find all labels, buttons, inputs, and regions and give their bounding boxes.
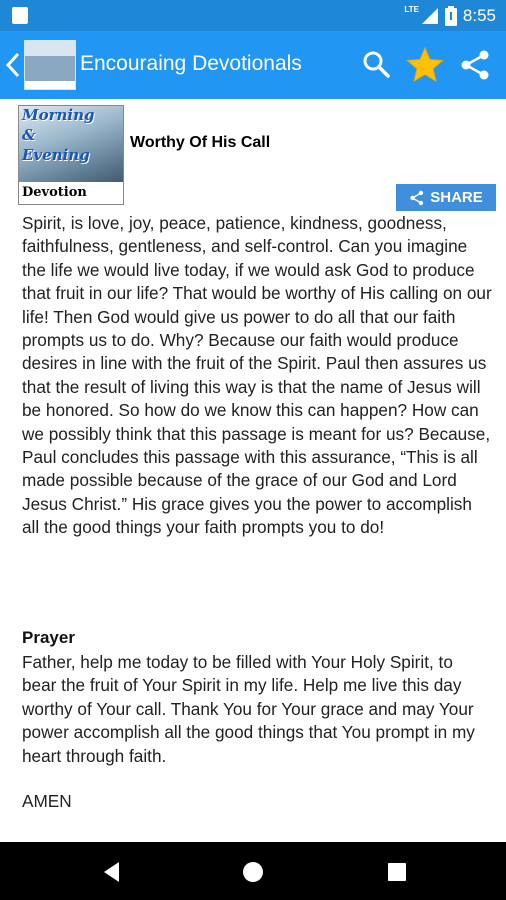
status-icons: LTE 8:55 [404, 5, 496, 26]
thumbnail-word: Morning [22, 106, 95, 124]
app-logo [24, 40, 76, 90]
star-icon[interactable] [406, 46, 444, 84]
status-bar: LTE 8:55 [0, 0, 506, 31]
nav-back-icon[interactable] [99, 859, 125, 885]
navigation-bar [0, 842, 506, 900]
app-bar: Encouraing Devotionals [0, 31, 506, 99]
battery-icon [444, 5, 457, 26]
thumbnail-word: & [22, 126, 36, 144]
prayer-heading: Prayer [22, 628, 75, 647]
back-icon[interactable] [4, 49, 22, 81]
prayer-text: Father, help me today to be filled with … [22, 652, 475, 766]
search-icon[interactable] [358, 46, 396, 84]
devotion-title: Worthy Of His Call [130, 134, 271, 151]
amen-text: AMEN [22, 791, 72, 811]
network-type: LTE [404, 5, 419, 14]
share-icon [410, 190, 424, 205]
app-title: Encouraing Devotionals [80, 52, 302, 75]
nav-home-icon[interactable] [240, 859, 266, 885]
signal-icon [421, 7, 438, 24]
share-label: SHARE [430, 189, 483, 206]
clock: 8:55 [462, 5, 496, 25]
nav-recents-icon[interactable] [384, 859, 410, 885]
share-icon[interactable] [457, 46, 495, 84]
devotion-thumbnail: Morning & Evening Devotion [18, 105, 124, 205]
thumbnail-word: Evening [22, 146, 90, 164]
thumbnail-caption: Devotion [19, 182, 123, 204]
notification-icon [12, 7, 28, 24]
devotion-body: Spirit, is love, joy, peace, patience, k… [22, 213, 492, 538]
devotional-content: Morning & Evening Devotion Worthy Of His… [0, 99, 506, 842]
share-button[interactable]: SHARE [396, 184, 496, 211]
